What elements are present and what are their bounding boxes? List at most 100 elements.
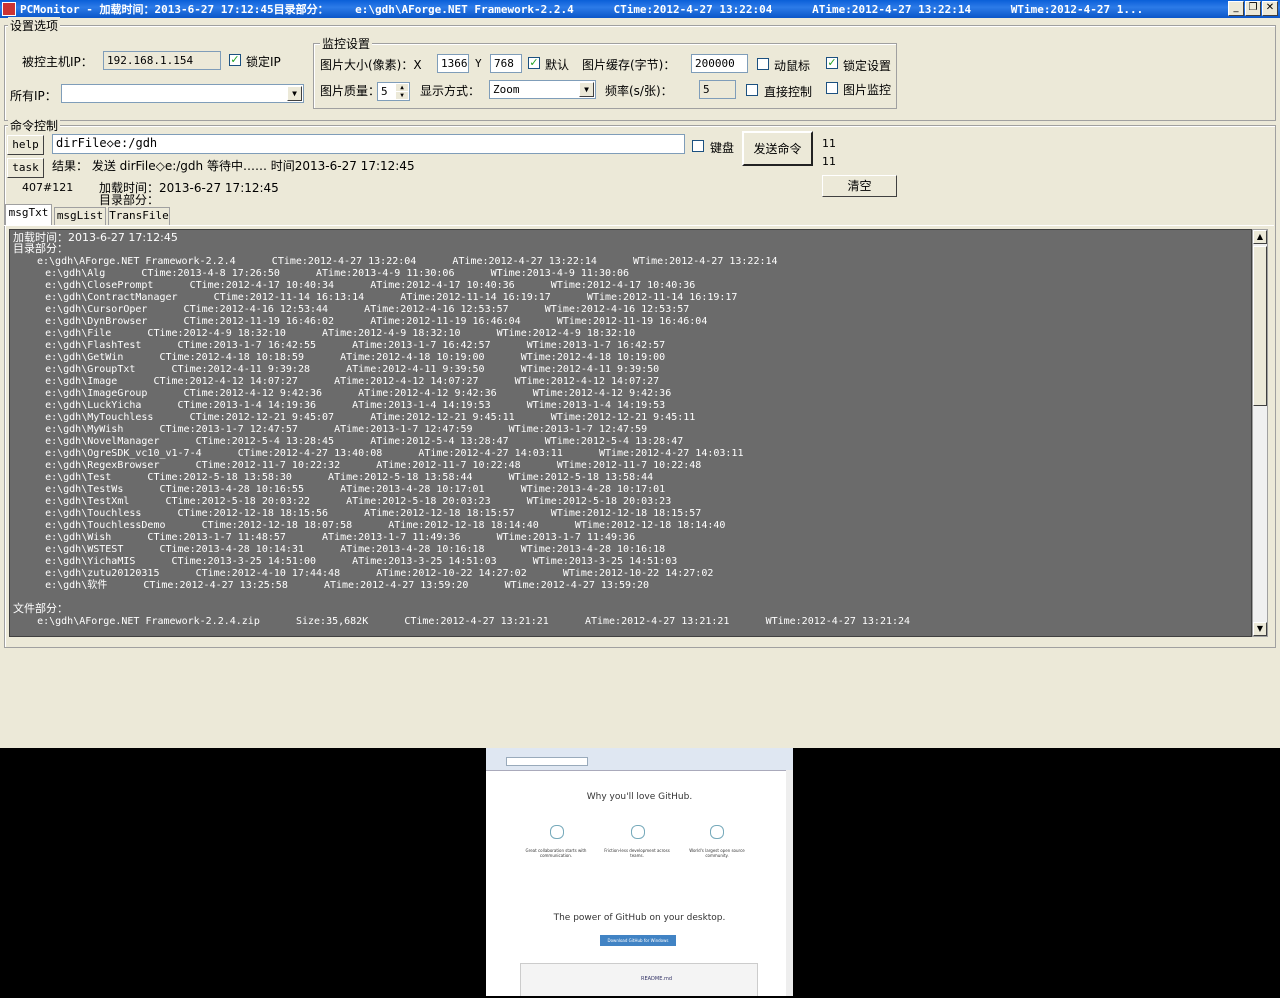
- minimize-button[interactable]: _: [1228, 1, 1244, 16]
- width-input[interactable]: 1366: [437, 54, 469, 73]
- log-line: e:\gdh\ClosePrompt CTime:2012-4-17 10:40…: [21, 280, 696, 291]
- all-ip-dropdown[interactable]: ▼: [61, 84, 304, 103]
- command-input[interactable]: dirFile◇e:/gdh: [52, 134, 685, 154]
- log-line: e:\gdh\MyWish CTime:2013-1-7 12:47:57 AT…: [21, 424, 648, 435]
- display-mode-dropdown[interactable]: Zoom ▼: [489, 80, 596, 99]
- cache-label: 图片缓存(字节)：: [582, 58, 676, 72]
- log-line: e:\gdh\ImageGroup CTime:2012-4-12 9:42:3…: [21, 388, 672, 399]
- scroll-down-icon[interactable]: ▼: [1253, 622, 1267, 636]
- remote-readme: README.md: [641, 976, 673, 982]
- log-line: e:\gdh\LuckYicha CTime:2013-1-4 14:19:36…: [21, 400, 666, 411]
- log-line: e:\gdh\FlashTest CTime:2013-1-7 16:42:55…: [21, 340, 666, 351]
- log-line: e:\gdh\Test CTime:2012-5-18 13:58:30 ATi…: [21, 472, 654, 483]
- log-header-dir: 目录部分：: [13, 242, 68, 255]
- remote-heading-2: The power of GitHub on your desktop.: [553, 913, 726, 923]
- remote-heading-1: Why you'll love GitHub.: [586, 792, 693, 802]
- move-mouse-checkbox[interactable]: [757, 58, 769, 70]
- chevron-down-icon[interactable]: ▼: [579, 82, 594, 97]
- tab-msgtxt[interactable]: msgTxt: [5, 204, 52, 226]
- log-line: e:\gdh\ContractManager CTime:2012-11-14 …: [21, 292, 738, 303]
- log-line: e:\gdh\GroupTxt CTime:2012-4-11 9:39:28 …: [21, 364, 660, 375]
- lock-settings-label: 锁定设置: [843, 59, 892, 73]
- message-log[interactable]: 加载时间：2013-6-27 17:12:45 目录部分： e:\gdh\AFo…: [9, 229, 1252, 637]
- cloud-upload-icon: [710, 825, 724, 839]
- help-button[interactable]: help: [7, 135, 44, 155]
- development-icon: [631, 825, 645, 839]
- tab-divider: [4, 225, 1274, 226]
- keyboard-checkbox[interactable]: [692, 140, 704, 152]
- dir-text: 目录部分：: [99, 193, 160, 207]
- direct-control-checkbox[interactable]: [746, 84, 758, 96]
- lock-ip-checkbox[interactable]: ✓: [229, 54, 241, 66]
- log-line: e:\gdh\Alg CTime:2013-4-8 17:26:50 ATime…: [21, 268, 630, 279]
- task-button[interactable]: task: [7, 158, 44, 178]
- log-line: e:\gdh\AForge.NET Framework-2.2.4 CTime:…: [37, 256, 778, 267]
- quality-spinner[interactable]: 5 ▲ ▼: [377, 82, 410, 101]
- spin-up-icon[interactable]: ▲: [396, 84, 408, 91]
- remote-scrollbar: [786, 770, 793, 996]
- spin-down-icon[interactable]: ▼: [396, 92, 408, 99]
- log-line: e:\gdh\OgreSDK_vc10_v1-7-4 CTime:2012-4-…: [21, 448, 744, 459]
- move-mouse-label: 动鼠标: [774, 59, 811, 73]
- log-line: e:\gdh\Touchless CTime:2012-12-18 18:15:…: [21, 508, 702, 519]
- log-line: e:\gdh\DynBrowser CTime:2012-11-19 16:46…: [21, 316, 708, 327]
- log-line: e:\gdh\软件 CTime:2012-4-27 13:25:58 ATime…: [21, 580, 650, 591]
- title-bar: PCMonitor - 加载时间：2013-6-27 17:12:45目录部分：…: [0, 0, 1280, 18]
- maximize-button[interactable]: ❐: [1245, 1, 1261, 16]
- quality-value: 5: [381, 85, 388, 98]
- display-mode-label: 显示方式：: [420, 84, 481, 98]
- remote-download-button: Download GitHub for Windows: [600, 935, 676, 946]
- log-file-line: e:\gdh\AForge.NET Framework-2.2.4.zip Si…: [13, 616, 911, 627]
- image-monitor-checkbox[interactable]: [826, 82, 838, 94]
- remote-feature-3: World's largest open source community.: [689, 848, 745, 858]
- log-line: e:\gdh\TouchlessDemo CTime:2012-12-18 18…: [21, 520, 726, 531]
- lock-ip-label: 锁定IP: [246, 55, 281, 69]
- monitor-group-label: 监控设置: [320, 35, 373, 52]
- log-line: e:\gdh\WSTEST CTime:2013-4-28 10:14:31 A…: [21, 544, 666, 555]
- log-line: e:\gdh\NovelManager CTime:2012-5-4 13:28…: [21, 436, 684, 447]
- display-mode-value: Zoom: [493, 83, 520, 96]
- log-line: e:\gdh\File CTime:2012-4-9 18:32:10 ATim…: [21, 328, 636, 339]
- direct-control-label: 直接控制: [764, 85, 813, 99]
- count-1: 11: [822, 137, 836, 150]
- cache-input[interactable]: 200000: [691, 54, 748, 73]
- log-line: e:\gdh\Image CTime:2012-4-12 14:07:27 AT…: [21, 376, 660, 387]
- log-line: e:\gdh\TestWs CTime:2013-4-28 10:16:55 A…: [21, 484, 666, 495]
- settings-group-label: 设置选项: [8, 17, 61, 34]
- command-group-label: 命令控制: [8, 117, 61, 134]
- clear-button[interactable]: 清空: [822, 175, 897, 197]
- log-files-header: 文件部分：: [13, 602, 68, 615]
- quality-label: 图片质量：: [320, 84, 381, 98]
- log-line: e:\gdh\RegexBrowser CTime:2012-11-7 10:2…: [21, 460, 702, 471]
- frequency-label: 频率(s/张)：: [605, 84, 673, 98]
- app-icon: [2, 2, 16, 16]
- log-line: e:\gdh\zutu20120315 CTime:2012-4-10 17:4…: [21, 568, 714, 579]
- scroll-thumb[interactable]: [1253, 246, 1267, 406]
- keyboard-label: 键盘: [710, 141, 735, 155]
- window-title: PCMonitor - 加载时间：2013-6-27 17:12:45目录部分：…: [20, 3, 1144, 16]
- send-command-button[interactable]: 发送命令: [742, 131, 813, 166]
- log-line: e:\gdh\CursorOper CTime:2012-4-16 12:53:…: [21, 304, 690, 315]
- log-line: e:\gdh\YichaMIS CTime:2013-3-25 14:51:00…: [21, 556, 678, 567]
- chevron-down-icon[interactable]: ▼: [287, 86, 302, 101]
- result-text: 结果： 发送 dirFile◇e:/gdh 等待中…… 时间2013-6-27 …: [52, 159, 415, 173]
- tab-msglist[interactable]: msgList: [54, 207, 106, 225]
- default-checkbox[interactable]: ✓: [528, 57, 540, 69]
- scroll-up-icon[interactable]: ▲: [1253, 230, 1267, 244]
- host-ip-input[interactable]: 192.168.1.154: [103, 51, 221, 70]
- default-label: 默认: [545, 58, 570, 72]
- height-input[interactable]: 768: [490, 54, 522, 73]
- lock-settings-checkbox[interactable]: ✓: [826, 57, 838, 69]
- log-scrollbar[interactable]: ▲ ▼: [1252, 229, 1268, 637]
- frequency-input[interactable]: 5: [699, 80, 736, 99]
- log-line: e:\gdh\Wish CTime:2013-1-7 11:48:57 ATim…: [21, 532, 636, 543]
- remote-screenshot: Why you'll love GitHub. Great collaborat…: [486, 748, 793, 996]
- log-line: e:\gdh\TestXml CTime:2012-5-18 20:03:22 …: [21, 496, 672, 507]
- tab-transfile[interactable]: TransFile: [108, 207, 170, 225]
- img-size-label: 图片大小(像素)：X: [320, 58, 422, 72]
- log-line: e:\gdh\MyTouchless CTime:2012-12-21 9:45…: [21, 412, 696, 423]
- all-ip-label: 所有IP：: [10, 89, 57, 103]
- remote-feature-1: Great collaboration starts with communic…: [525, 848, 587, 858]
- close-button[interactable]: ✕: [1262, 1, 1278, 16]
- remote-app-preview: [520, 963, 758, 996]
